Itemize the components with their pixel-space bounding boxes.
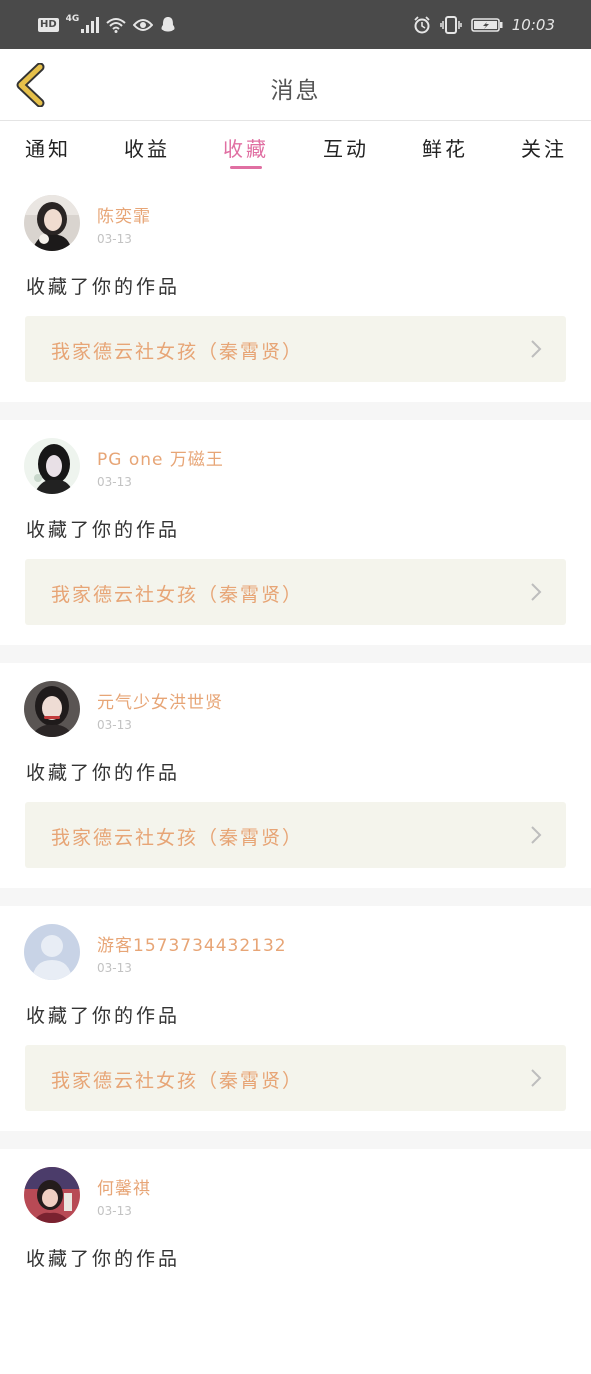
work-title: 我家德云社女孩（秦霄贤） bbox=[51, 341, 304, 363]
status-left: HD 4G bbox=[38, 14, 176, 36]
work-link[interactable]: 我家德云社女孩（秦霄贤） bbox=[25, 802, 566, 868]
tab-interactions[interactable]: 互动 bbox=[311, 133, 381, 173]
status-right: 10:03 bbox=[413, 14, 555, 36]
avatar[interactable] bbox=[24, 924, 80, 980]
message-text: 收藏了你的作品 bbox=[26, 762, 181, 784]
list-item: PG one 万磁王 03-13 收藏了你的作品 我家德云社女孩（秦霄贤） bbox=[0, 420, 591, 645]
wifi-icon bbox=[106, 18, 126, 33]
status-bar: HD 4G 10:03 bbox=[0, 0, 591, 49]
network-type-label: 4G bbox=[65, 14, 80, 24]
work-title: 我家德云社女孩（秦霄贤） bbox=[51, 827, 304, 849]
avatar[interactable] bbox=[24, 1167, 80, 1223]
divider bbox=[0, 1131, 591, 1149]
default-avatar-icon bbox=[24, 924, 80, 980]
avatar[interactable] bbox=[24, 681, 80, 737]
message-text: 收藏了你的作品 bbox=[26, 1005, 181, 1027]
qq-icon bbox=[161, 17, 175, 32]
tab-flowers[interactable]: 鲜花 bbox=[410, 133, 480, 173]
chevron-right-icon bbox=[531, 1069, 542, 1087]
chevron-right-icon bbox=[531, 583, 542, 601]
message-date: 03-13 bbox=[97, 1204, 132, 1218]
tab-favorites[interactable]: 收藏 bbox=[211, 133, 281, 173]
divider bbox=[0, 645, 591, 663]
tab-label: 收益 bbox=[124, 137, 170, 161]
list-item: 陈奕霏 03-13 收藏了你的作品 我家德云社女孩（秦霄贤） bbox=[0, 177, 591, 402]
page-title: 消息 bbox=[270, 78, 321, 104]
vibrate-icon bbox=[440, 16, 462, 34]
eye-icon bbox=[133, 19, 154, 31]
list-item: 何馨祺 03-13 收藏了你的作品 bbox=[0, 1149, 591, 1374]
message-text: 收藏了你的作品 bbox=[26, 1248, 181, 1270]
divider bbox=[0, 402, 591, 420]
status-time: 10:03 bbox=[511, 16, 555, 34]
active-tab-indicator bbox=[230, 166, 262, 169]
tab-label: 收藏 bbox=[223, 137, 269, 161]
work-title: 我家德云社女孩（秦霄贤） bbox=[51, 584, 304, 606]
message-username[interactable]: 元气少女洪世贤 bbox=[97, 688, 223, 713]
list-item: 游客1573734432132 03-13 收藏了你的作品 我家德云社女孩（秦霄… bbox=[0, 906, 591, 1131]
work-link[interactable]: 我家德云社女孩（秦霄贤） bbox=[25, 559, 566, 625]
tab-label: 通知 bbox=[25, 137, 71, 161]
message-username[interactable]: 何馨祺 bbox=[97, 1174, 151, 1199]
message-date: 03-13 bbox=[97, 718, 132, 732]
message-date: 03-13 bbox=[97, 232, 132, 246]
message-list: 陈奕霏 03-13 收藏了你的作品 我家德云社女孩（秦霄贤） PG one 万磁… bbox=[0, 177, 591, 1374]
tab-notifications[interactable]: 通知 bbox=[13, 133, 83, 173]
hd-icon: HD bbox=[38, 18, 59, 32]
app-header: 消息 bbox=[0, 49, 591, 121]
chevron-right-icon bbox=[531, 340, 542, 358]
message-text: 收藏了你的作品 bbox=[26, 276, 181, 298]
tab-label: 关注 bbox=[521, 137, 567, 161]
avatar[interactable] bbox=[24, 195, 80, 251]
message-username[interactable]: 陈奕霏 bbox=[97, 202, 151, 227]
tab-following[interactable]: 关注 bbox=[509, 133, 579, 173]
message-username[interactable]: PG one 万磁王 bbox=[97, 445, 224, 470]
signal-icon bbox=[81, 17, 100, 33]
message-date: 03-13 bbox=[97, 475, 132, 489]
tab-label: 鲜花 bbox=[422, 137, 468, 161]
work-link[interactable]: 我家德云社女孩（秦霄贤） bbox=[25, 316, 566, 382]
tab-label: 互动 bbox=[323, 137, 369, 161]
list-item: 元气少女洪世贤 03-13 收藏了你的作品 我家德云社女孩（秦霄贤） bbox=[0, 663, 591, 888]
avatar[interactable] bbox=[24, 438, 80, 494]
tab-bar: 通知 收益 收藏 互动 鲜花 关注 bbox=[0, 121, 591, 177]
tab-earnings[interactable]: 收益 bbox=[112, 133, 182, 173]
work-title: 我家德云社女孩（秦霄贤） bbox=[51, 1070, 304, 1092]
work-link[interactable]: 我家德云社女孩（秦霄贤） bbox=[25, 1045, 566, 1111]
message-date: 03-13 bbox=[97, 961, 132, 975]
message-username[interactable]: 游客1573734432132 bbox=[97, 931, 287, 956]
message-text: 收藏了你的作品 bbox=[26, 519, 181, 541]
chevron-right-icon bbox=[531, 826, 542, 844]
alarm-icon bbox=[414, 16, 430, 34]
divider bbox=[0, 888, 591, 906]
battery-icon bbox=[470, 18, 503, 32]
